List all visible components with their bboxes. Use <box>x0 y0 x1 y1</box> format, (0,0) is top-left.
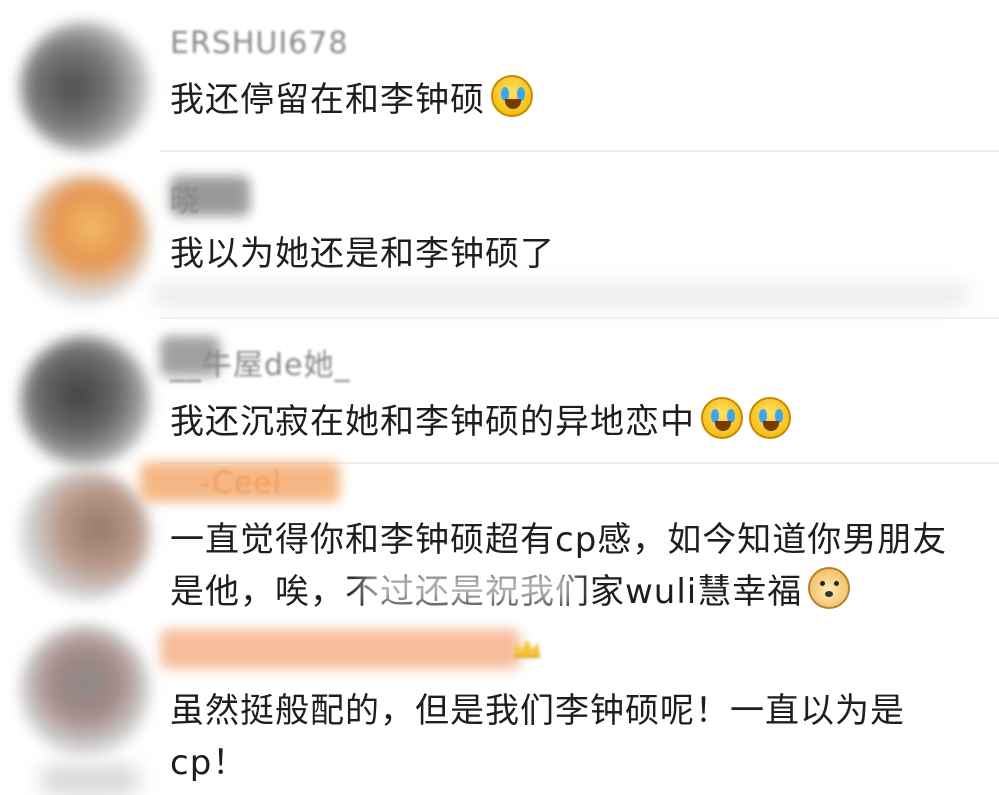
smudge-overlay <box>150 285 970 305</box>
username-redaction <box>160 629 520 669</box>
comment-username[interactable]: ERSHUI678 <box>170 26 348 61</box>
comment-text-body: 我以为她还是和李钟硕了 <box>170 234 555 274</box>
comment-item: ERSHUI678 我还停留在和李钟硕 <box>0 0 999 152</box>
laughing-crying-emoji-icon <box>749 397 791 439</box>
laughing-crying-emoji-icon <box>491 75 533 117</box>
comment-username[interactable]: -Ceel <box>200 466 282 501</box>
avatar[interactable] <box>20 175 150 305</box>
comment-username[interactable]: 晓 <box>170 176 201 220</box>
smudge-overlay <box>360 570 580 604</box>
crown-icon <box>512 637 542 659</box>
comment-text-body: 虽然挺般配的，但是我们李钟硕呢！一直以为是cp！ <box>170 691 905 783</box>
avatar[interactable] <box>20 625 150 755</box>
avatar[interactable] <box>20 22 150 152</box>
comment-list: ERSHUI678 我还停留在和李钟硕 晓 我以为她还是和李钟硕了 __牛屋de… <box>0 0 999 795</box>
avatar[interactable] <box>20 470 150 600</box>
comment-text: 我还停留在和李钟硕 <box>170 74 960 126</box>
laughing-crying-emoji-icon <box>701 397 743 439</box>
comment-text-body: 我还停留在和李钟硕 <box>170 80 485 120</box>
comment-item: 虽然挺般配的，但是我们李钟硕呢！一直以为是cp！ <box>0 615 999 795</box>
comment-username[interactable]: __牛屋de她_ <box>170 340 351 384</box>
avatar[interactable] <box>20 336 150 466</box>
smudge-overlay <box>40 765 140 795</box>
comment-text: 虽然挺般配的，但是我们李钟硕呢！一直以为是cp！ <box>170 685 960 789</box>
comment-item: __牛屋de她_ 我还沉寂在她和李钟硕的异地恋中 <box>0 318 999 466</box>
comment-text-body: 我还沉寂在她和李钟硕的异地恋中 <box>170 402 695 442</box>
comment-text: 我以为她还是和李钟硕了 <box>170 228 960 280</box>
comment-text: 我还沉寂在她和李钟硕的异地恋中 <box>170 396 960 448</box>
doge-emoji-icon <box>808 567 851 609</box>
